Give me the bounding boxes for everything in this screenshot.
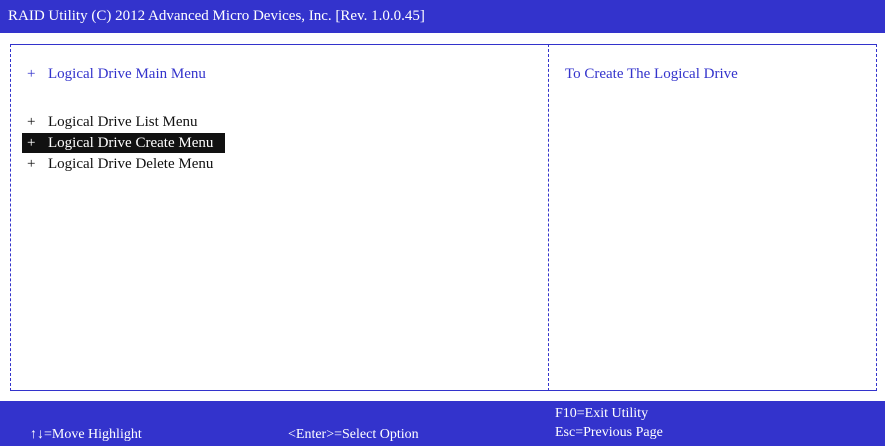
menu-item-logical-drive-list[interactable]: + Logical Drive List Menu <box>22 112 198 132</box>
help-text: To Create The Logical Drive <box>565 66 738 82</box>
title-bar: RAID Utility (C) 2012 Advanced Micro Dev… <box>0 0 885 33</box>
previous-page-hint: Esc=Previous Page <box>555 425 663 440</box>
left-dashed-border <box>10 44 11 391</box>
menu-item-label: Logical Drive Create Menu <box>48 135 214 151</box>
menu-item-label: Logical Drive List Menu <box>48 114 198 130</box>
expand-icon: + <box>27 156 36 172</box>
expand-icon: + <box>27 66 36 82</box>
select-option-hint: <Enter>=Select Option <box>288 427 419 442</box>
expand-icon: + <box>27 135 36 151</box>
menu-heading: + Logical Drive Main Menu <box>22 64 206 84</box>
footer-bar: ↑↓=Move Highlight <Enter>=Select Option … <box>0 401 885 446</box>
menu-item-logical-drive-create[interactable]: + Logical Drive Create Menu <box>22 133 226 153</box>
right-dashed-border <box>876 44 877 391</box>
exit-utility-hint: F10=Exit Utility <box>555 406 649 421</box>
move-highlight-hint: ↑↓=Move Highlight <box>30 427 142 442</box>
title-text: RAID Utility (C) 2012 Advanced Micro Dev… <box>8 8 425 24</box>
expand-icon: + <box>27 114 36 130</box>
panel-divider <box>548 44 549 391</box>
menu-item-label: Logical Drive Delete Menu <box>48 156 214 172</box>
menu-heading-label: Logical Drive Main Menu <box>48 66 206 82</box>
menu-item-logical-drive-delete[interactable]: + Logical Drive Delete Menu <box>22 154 213 174</box>
main-frame <box>10 44 876 391</box>
